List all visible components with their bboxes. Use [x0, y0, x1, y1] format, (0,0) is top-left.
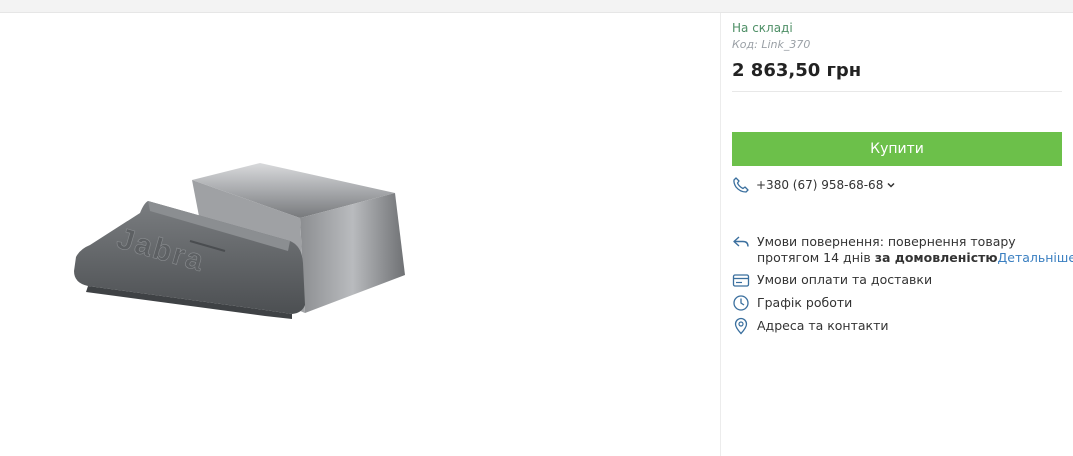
phone-dropdown[interactable]: +380 (67) 958-68-68: [732, 175, 895, 195]
returns-details-link[interactable]: Детальніше: [998, 250, 1073, 265]
returns-terms-bold: за домовленістю: [874, 250, 998, 265]
chevron-down-icon[interactable]: [887, 181, 895, 189]
returns-line-2: протягом 14 днів: [757, 250, 875, 265]
address-label[interactable]: Адреса та контакти: [757, 318, 889, 334]
phone-number[interactable]: +380 (67) 958-68-68: [756, 178, 883, 192]
phone-icon: [732, 176, 750, 194]
top-strip: [0, 0, 1073, 13]
info-links: Умови повернення: повернення товару прот…: [732, 233, 1073, 341]
price-divider: [732, 91, 1062, 92]
returns-info: Умови повернення: повернення товару прот…: [732, 233, 1073, 266]
product-code: Код: Link_370: [732, 38, 811, 51]
column-divider: [720, 13, 721, 456]
buy-button[interactable]: Купити: [732, 132, 1062, 166]
product-image[interactable]: Jabra: [0, 13, 720, 456]
returns-line-1: Умови повернення: повернення товару: [757, 234, 1016, 249]
address-link[interactable]: Адреса та контакти: [732, 317, 1072, 335]
location-pin-icon: [732, 317, 750, 335]
payment-delivery-label[interactable]: Умови оплати та доставки: [757, 272, 932, 288]
return-arrow-icon: [732, 233, 750, 251]
schedule-label[interactable]: Графік роботи: [757, 295, 852, 311]
schedule-link[interactable]: Графік роботи: [732, 295, 1072, 312]
jabra-dongle-image: Jabra: [74, 163, 405, 319]
payment-delivery-link[interactable]: Умови оплати та доставки: [732, 272, 1072, 289]
product-price: 2 863,50 грн: [732, 60, 862, 81]
card-icon: [732, 271, 750, 289]
stock-status: На складі: [732, 21, 793, 35]
clock-icon: [732, 294, 750, 312]
